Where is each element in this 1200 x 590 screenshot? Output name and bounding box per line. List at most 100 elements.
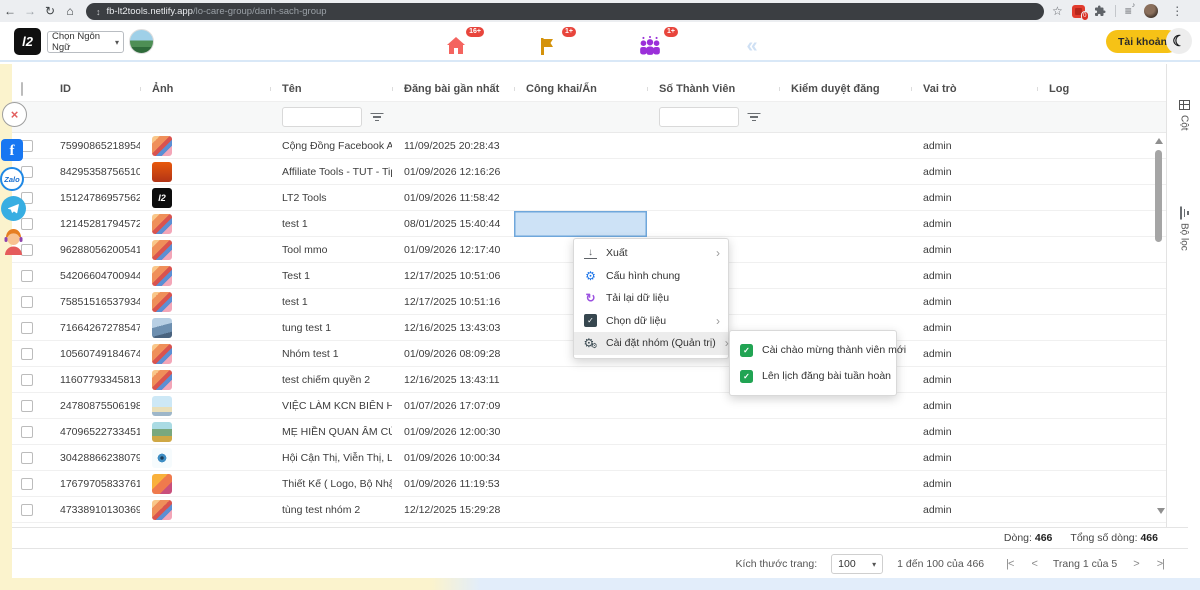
browser-back-icon[interactable] xyxy=(0,0,20,22)
context-menu-item[interactable]: Cấu hình chung xyxy=(574,265,728,288)
cell-visibility[interactable] xyxy=(514,471,647,497)
tab-home[interactable]: 16+ xyxy=(436,32,476,60)
cell-group-name[interactable]: Affiliate Tools - TUT - Tips xyxy=(270,159,392,185)
user-avatar[interactable] xyxy=(129,29,154,54)
context-menu-item[interactable]: Xuất xyxy=(574,242,728,265)
cell-group-name[interactable]: Thiết Kế ( Logo, Bộ Nhận ... xyxy=(270,471,392,497)
columns-panel-tab[interactable]: Cột xyxy=(1167,100,1200,131)
row-checkbox[interactable] xyxy=(21,348,33,360)
browser-reload-icon[interactable] xyxy=(40,0,60,22)
row-checkbox[interactable] xyxy=(21,270,33,282)
row-checkbox[interactable] xyxy=(21,452,33,464)
group-thumbnail[interactable] xyxy=(152,318,172,338)
group-thumbnail[interactable] xyxy=(152,136,172,156)
row-checkbox[interactable] xyxy=(21,374,33,386)
col-header-moderation[interactable]: Kiểm duyệt đăng xyxy=(779,83,911,95)
row-checkbox[interactable] xyxy=(21,478,33,490)
col-header-id[interactable]: ID xyxy=(48,83,140,95)
group-thumbnail[interactable] xyxy=(152,396,172,416)
context-submenu-item[interactable]: Lên lịch đăng bài tuần hoàn xyxy=(730,363,896,389)
table-row[interactable]: 304288662380790 Hội Cận Thị, Viễn Thị, L… xyxy=(12,445,1166,471)
media-controls-icon[interactable] xyxy=(1125,2,1136,20)
prev-page-button[interactable]: < xyxy=(1029,558,1038,570)
group-thumbnail[interactable]: l2 xyxy=(152,188,172,208)
cell-group-name[interactable]: LT2 Tools xyxy=(270,185,392,211)
row-checkbox[interactable] xyxy=(21,504,33,516)
context-menu-item[interactable]: Chọn dữ liệu xyxy=(574,310,728,333)
name-filter-input[interactable] xyxy=(282,107,362,127)
cell-visibility[interactable] xyxy=(514,393,647,419)
row-checkbox[interactable] xyxy=(21,322,33,334)
cell-visibility[interactable] xyxy=(514,497,647,523)
first-page-button[interactable]: |< xyxy=(1004,558,1015,570)
group-thumbnail[interactable] xyxy=(152,214,172,234)
telegram-icon[interactable] xyxy=(1,196,26,221)
page-size-select[interactable]: 100 xyxy=(831,554,883,574)
group-thumbnail[interactable] xyxy=(152,344,172,364)
vertical-scrollbar-thumb[interactable] xyxy=(1155,150,1162,242)
col-header-lastpost[interactable]: Đăng bài gần nhất xyxy=(392,83,514,95)
col-header-visibility[interactable]: Công khai/Ẩn xyxy=(514,83,647,95)
cell-group-name[interactable]: VIỆC LÀM KCN BIÊN HOÀ ... xyxy=(270,393,392,419)
group-thumbnail[interactable] xyxy=(152,474,172,494)
language-select[interactable]: Chọn Ngôn Ngữ xyxy=(47,31,124,53)
cell-visibility[interactable] xyxy=(514,185,647,211)
group-thumbnail[interactable] xyxy=(152,162,172,182)
table-row[interactable]: 247808755061988 VIỆC LÀM KCN BIÊN HOÀ ..… xyxy=(12,393,1166,419)
last-page-button[interactable]: >| xyxy=(1155,558,1166,570)
context-submenu-item[interactable]: Cài chào mừng thành viên mới xyxy=(730,337,896,363)
lt2-logo[interactable]: l2 xyxy=(14,28,41,55)
cell-group-name[interactable]: Tool mmo xyxy=(270,237,392,263)
cell-visibility[interactable] xyxy=(514,419,647,445)
table-row[interactable]: 1214528179457207 test 1 08/01/2025 15:40… xyxy=(12,211,1166,237)
scrollbar-up-arrow[interactable] xyxy=(1155,138,1163,144)
col-header-role[interactable]: Vai trò xyxy=(911,83,1037,95)
cell-group-name[interactable]: Cộng Đồng Facebook Ads... xyxy=(270,133,392,159)
dark-mode-toggle[interactable] xyxy=(1166,28,1192,54)
table-row[interactable]: 759908652189546 Cộng Đồng Facebook Ads..… xyxy=(12,133,1166,159)
cell-visibility[interactable] xyxy=(514,133,647,159)
browser-forward-icon[interactable] xyxy=(20,0,40,22)
group-thumbnail[interactable] xyxy=(152,448,172,468)
group-thumbnail[interactable] xyxy=(152,500,172,520)
group-thumbnail[interactable] xyxy=(152,370,172,390)
group-thumbnail[interactable] xyxy=(152,240,172,260)
col-header-name[interactable]: Tên xyxy=(270,83,392,95)
filters-panel-tab[interactable]: Bộ lọc xyxy=(1167,209,1200,251)
filter-icon[interactable] xyxy=(747,113,760,122)
site-info-icon[interactable] xyxy=(96,2,101,20)
table-row[interactable]: 1512478695756291 l2 LT2 Tools 01/09/2026… xyxy=(12,185,1166,211)
cell-group-name[interactable]: test chiếm quyền 2 xyxy=(270,367,392,393)
table-row[interactable]: 842953587565102 Affiliate Tools - TUT - … xyxy=(12,159,1166,185)
table-row[interactable]: 473389101303694 tùng test nhóm 2 12/12/2… xyxy=(12,497,1166,523)
col-header-members[interactable]: Số Thành Viên xyxy=(647,83,779,95)
members-filter-input[interactable] xyxy=(659,107,739,127)
adblock-extension-icon[interactable]: 0 xyxy=(1072,5,1085,18)
cell-visibility[interactable] xyxy=(514,367,647,393)
tab-groups-active[interactable]: 1+ xyxy=(630,32,670,60)
col-header-log[interactable]: Log xyxy=(1037,83,1162,95)
next-page-button[interactable]: > xyxy=(1131,558,1140,570)
col-header-photo[interactable]: Ảnh xyxy=(140,83,270,95)
row-checkbox[interactable] xyxy=(21,296,33,308)
tab-flag[interactable]: 1+ xyxy=(528,32,568,60)
group-thumbnail[interactable] xyxy=(152,266,172,286)
cell-group-name[interactable]: test 1 xyxy=(270,211,392,237)
cell-visibility[interactable] xyxy=(514,159,647,185)
select-all-checkbox[interactable] xyxy=(21,82,23,96)
cell-group-name[interactable]: tùng test nhóm 2 xyxy=(270,497,392,523)
context-menu-item[interactable]: Tải lại dữ liệu xyxy=(574,287,728,310)
bookmark-star-icon[interactable] xyxy=(1052,2,1063,20)
support-agent-icon[interactable] xyxy=(1,228,26,255)
cell-group-name[interactable]: MẸ HIỀN QUAN ÂM CỨU ... xyxy=(270,419,392,445)
cell-group-name[interactable]: Test 1 xyxy=(270,263,392,289)
cell-group-name[interactable]: test 1 xyxy=(270,289,392,315)
cell-visibility[interactable] xyxy=(514,445,647,471)
row-checkbox[interactable] xyxy=(21,400,33,412)
tab-rewind[interactable] xyxy=(732,32,772,60)
group-thumbnail[interactable] xyxy=(152,422,172,442)
cell-group-name[interactable]: Nhóm test 1 xyxy=(270,341,392,367)
context-menu-item[interactable]: Cài đặt nhóm (Quản trị) xyxy=(574,332,728,355)
cell-group-name[interactable]: Hội Cận Thị, Viễn Thị, Loạ... xyxy=(270,445,392,471)
row-checkbox[interactable] xyxy=(21,426,33,438)
